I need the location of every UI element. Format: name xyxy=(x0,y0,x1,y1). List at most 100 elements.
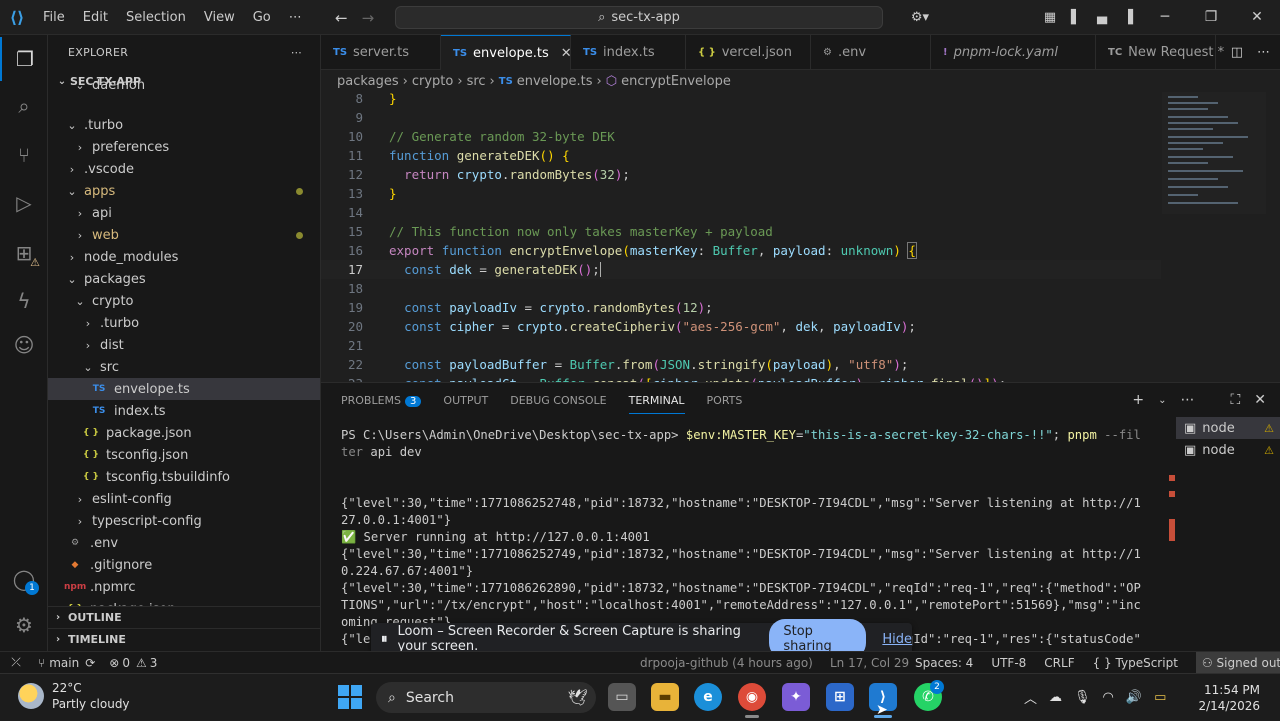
chevron-down-icon[interactable]: ⌄ xyxy=(1158,395,1166,406)
command-center-search[interactable]: ⌕ sec-tx-app xyxy=(395,6,883,29)
outline-section[interactable]: › OUTLINE xyxy=(48,606,321,628)
tree-item[interactable]: ◆.gitignore xyxy=(48,554,321,576)
tab-problems[interactable]: PROBLEMS3 xyxy=(341,394,421,407)
editor-tab[interactable]: TSenvelope.ts✕ xyxy=(441,35,571,70)
copilot-icon[interactable]: ⚙▾ xyxy=(900,10,940,25)
weather-widget[interactable]: 22°C Partly cloudy xyxy=(18,680,130,712)
tree-item[interactable]: ›typescript-config xyxy=(48,510,321,532)
restore-icon[interactable]: ❐ xyxy=(1188,0,1234,35)
split-editor-icon[interactable]: ◫ xyxy=(1231,45,1243,60)
file-explorer-icon[interactable]: ▬ xyxy=(651,683,679,711)
tree-item[interactable]: ⚙.env xyxy=(48,532,321,554)
menu-selection[interactable]: Selection xyxy=(117,0,195,35)
indentation[interactable]: Spaces: 4 xyxy=(915,656,973,670)
customize-layout-icon[interactable]: ▦ xyxy=(1037,10,1063,25)
breadcrumb-item[interactable]: src xyxy=(467,74,486,89)
error-count[interactable]: 0 xyxy=(122,656,130,670)
task-view-icon[interactable]: ▭ xyxy=(608,683,636,711)
editor-tab[interactable]: TSindex.ts xyxy=(571,35,686,70)
onedrive-cloud-icon[interactable]: ☁ xyxy=(1049,690,1062,705)
manage-gear-icon[interactable]: ⚙ xyxy=(0,603,48,647)
show-hidden-icons-icon[interactable]: ︿ xyxy=(1024,688,1037,707)
tree-item[interactable]: ⌄daemon xyxy=(48,78,321,92)
branch-name[interactable]: main xyxy=(49,656,79,670)
breadcrumb-item[interactable]: encryptEnvelope xyxy=(621,74,731,89)
minimize-icon[interactable]: ─ xyxy=(1142,0,1188,35)
more-actions-icon[interactable]: ⋯ xyxy=(291,46,302,59)
tree-item[interactable]: ›dist xyxy=(48,334,321,356)
microsoft-store-icon[interactable]: ⊞ xyxy=(826,683,854,711)
forward-arrow-icon[interactable]: → xyxy=(362,9,375,27)
tree-item[interactable]: ›api xyxy=(48,202,321,224)
language-mode[interactable]: { } TypeScript xyxy=(1093,656,1178,670)
menu-file[interactable]: File xyxy=(34,0,74,35)
breadcrumb-item[interactable]: envelope.ts xyxy=(517,74,593,89)
tree-item[interactable]: ⌄apps xyxy=(48,180,321,202)
timeline-section[interactable]: › TIMELINE xyxy=(48,628,321,650)
menu-edit[interactable]: Edit xyxy=(74,0,117,35)
system-clock[interactable]: 11:54 PM 2/14/2026 xyxy=(1198,682,1260,714)
wifi-icon[interactable]: ◠ xyxy=(1103,690,1114,705)
explorer-icon[interactable]: ❐ xyxy=(0,37,48,81)
tree-item[interactable]: ⌄crypto xyxy=(48,290,321,312)
terminal-scrollbar[interactable] xyxy=(1169,475,1175,555)
editor-tab[interactable]: { }vercel.json xyxy=(686,35,811,70)
more-actions-icon[interactable]: ⋯ xyxy=(1180,392,1194,408)
chrome-browser-icon[interactable]: ◉ xyxy=(738,683,766,711)
tree-item[interactable]: { }tsconfig.tsbuildinfo xyxy=(48,466,321,488)
tree-item[interactable]: ›preferences xyxy=(48,136,321,158)
windows-start-icon[interactable] xyxy=(338,685,362,709)
menu-more[interactable]: ⋯ xyxy=(280,0,311,35)
menu-go[interactable]: Go xyxy=(244,0,280,35)
editor-tab[interactable]: TCNew Request * xyxy=(1096,35,1216,70)
back-arrow-icon[interactable]: ← xyxy=(335,9,348,27)
source-control-icon[interactable]: ⑂ xyxy=(0,133,48,177)
maximize-panel-icon[interactable]: ⛶ xyxy=(1230,392,1240,408)
code-editor[interactable]: 8} 9 10// Generate random 32-byte DEK 11… xyxy=(321,92,1280,382)
line-endings[interactable]: CRLF xyxy=(1044,656,1074,670)
menu-view[interactable]: View xyxy=(195,0,244,35)
volume-icon[interactable]: 🔊 xyxy=(1126,690,1142,705)
extensions-icon[interactable]: ⊞⚠ xyxy=(0,231,48,275)
tree-item[interactable]: ⌄src xyxy=(48,356,321,378)
more-actions-icon[interactable]: ⋯ xyxy=(1257,45,1270,60)
hide-link[interactable]: Hide xyxy=(882,632,912,647)
tree-item[interactable]: TSenvelope.ts xyxy=(48,378,321,400)
terminal-item[interactable]: ▣node⚠ xyxy=(1176,439,1280,461)
git-blame[interactable]: drpooja-github (4 hours ago) xyxy=(640,656,813,670)
tree-item[interactable]: ›.turbo xyxy=(48,312,321,334)
tree-item[interactable]: { }package.json xyxy=(48,422,321,444)
copilot-chat-icon[interactable]: ☺ xyxy=(0,323,48,367)
tree-item[interactable]: ›eslint-config xyxy=(48,488,321,510)
tree-item[interactable]: npm.npmrc xyxy=(48,576,321,598)
toggle-sidebar-icon[interactable]: ▌ xyxy=(1063,10,1089,25)
copilot-app-icon[interactable]: ✦ xyxy=(782,683,810,711)
run-debug-icon[interactable]: ▷ xyxy=(0,181,48,225)
editor-tab[interactable]: TSserver.ts xyxy=(321,35,441,70)
sync-icon[interactable]: ⟳ xyxy=(85,656,95,670)
editor-tab[interactable]: !pnpm-lock.yaml xyxy=(931,35,1096,70)
tree-item[interactable]: { }tsconfig.json xyxy=(48,444,321,466)
tree-item[interactable]: ›node_modules xyxy=(48,246,321,268)
terminal-output[interactable]: PS C:\Users\Admin\OneDrive\Desktop\sec-t… xyxy=(341,427,1161,652)
battery-icon[interactable]: ▭ xyxy=(1154,690,1166,705)
minimap[interactable] xyxy=(1162,92,1266,214)
tree-item[interactable]: ⌄.turbo xyxy=(48,114,321,136)
new-terminal-icon[interactable]: + xyxy=(1132,392,1144,408)
breadcrumb-item[interactable]: crypto xyxy=(412,74,454,89)
remote-explorer-icon[interactable]: ϟ xyxy=(0,279,48,323)
taskbar-search[interactable]: ⌕ Search 🕊 xyxy=(376,682,596,713)
terminal-item[interactable]: ▣node⚠ xyxy=(1176,417,1280,439)
microphone-icon[interactable]: 🎙 xyxy=(1074,690,1091,705)
edge-browser-icon[interactable]: e xyxy=(694,683,722,711)
tab-ports[interactable]: PORTS xyxy=(707,394,743,407)
close-panel-icon[interactable]: ✕ xyxy=(1254,392,1266,408)
close-window-icon[interactable]: ✕ xyxy=(1234,0,1280,35)
cursor-position[interactable]: Ln 17, Col 29 xyxy=(830,656,909,670)
warning-count[interactable]: 3 xyxy=(150,656,158,670)
tree-item[interactable]: ⌄packages xyxy=(48,268,321,290)
tree-item[interactable]: ›.vscode xyxy=(48,158,321,180)
accounts-icon[interactable]: ◯1 xyxy=(0,557,48,601)
tree-item[interactable]: TSindex.ts xyxy=(48,400,321,422)
encoding[interactable]: UTF-8 xyxy=(991,656,1026,670)
